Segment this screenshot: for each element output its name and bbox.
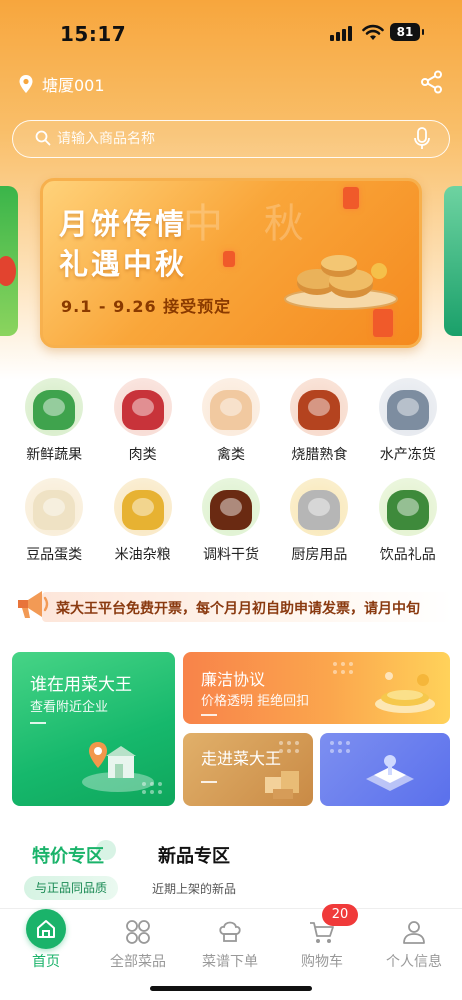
coin-dish-icon — [375, 672, 435, 713]
mooncake-image — [284, 255, 398, 310]
tab-new-arrivals[interactable]: 新品专区 — [158, 842, 230, 868]
status-bar: 15:17 81 — [0, 0, 462, 64]
category-fresh-produce[interactable]: 新鲜蔬果 — [10, 378, 98, 464]
nav-profile[interactable]: 个人信息 — [368, 909, 460, 971]
promo-about-us[interactable]: 走进菜大王 — [183, 733, 313, 806]
notice-text: 菜大王平台免费开票，每个月月初自助申请发票，请月中旬 — [56, 601, 420, 617]
tab-special-subtitle: 与正品同品质 — [24, 876, 118, 900]
rice-oil-icon — [113, 478, 172, 536]
drinks-icon — [378, 478, 437, 536]
divider — [30, 722, 46, 724]
tab-new-subtitle: 近期上架的新品 — [152, 882, 237, 896]
nav-all-dishes[interactable]: 全部菜品 — [92, 909, 184, 971]
banner-title-line1: 月饼传情 — [59, 207, 188, 241]
promo-banner[interactable]: 中 秋 月饼传情 礼遇中秋 9.1 - 9.26 接受预定 — [40, 178, 422, 348]
promo-orange-title: 廉洁协议 — [201, 670, 266, 689]
category-seasonings[interactable]: 调料干货 — [187, 478, 275, 564]
category-label: 水产冻货 — [379, 447, 436, 463]
platform-icon — [366, 755, 414, 791]
nav-label: 菜谱下单 — [202, 954, 258, 970]
category-label: 调料干货 — [202, 547, 259, 563]
tab-special-offers[interactable]: 特价专区 — [32, 842, 104, 868]
home-icon — [26, 909, 66, 949]
location-pin-icon — [19, 75, 33, 93]
decor-dots — [279, 741, 299, 753]
nav-home[interactable]: 首页 — [0, 909, 92, 971]
promo-who-uses[interactable]: 谁在用菜大王 查看附近企业 — [12, 652, 175, 806]
promo-green-title: 谁在用菜大王 — [30, 675, 132, 695]
seasoning-icon — [201, 478, 260, 536]
boxes-icon — [265, 771, 299, 799]
chef-hat-icon — [215, 917, 245, 947]
grid-icon — [123, 917, 153, 947]
roast-meat-icon — [290, 378, 349, 436]
banner-decor-text: 中 秋 — [183, 201, 318, 247]
user-icon — [399, 917, 429, 947]
banner-next-slide[interactable] — [444, 186, 462, 336]
nav-label: 首页 — [32, 954, 60, 970]
search-icon — [35, 130, 51, 146]
poultry-icon — [201, 378, 260, 436]
megaphone-icon — [18, 591, 49, 618]
location-name: 塘厦001 — [42, 76, 105, 95]
category-label: 饮品礼品 — [379, 547, 436, 563]
decor-dots — [142, 782, 162, 794]
category-rice-oil-grains[interactable]: 米油杂粮 — [98, 478, 186, 564]
category-label: 豆品蛋类 — [26, 547, 83, 563]
kitchenware-icon — [290, 478, 349, 536]
category-kitchenware[interactable]: 厨房用品 — [275, 478, 363, 564]
nav-label: 个人信息 — [386, 954, 442, 970]
category-label: 米油杂粮 — [114, 547, 171, 563]
home-indicator[interactable] — [150, 986, 312, 991]
category-label: 新鲜蔬果 — [26, 447, 83, 463]
category-meat[interactable]: 肉类 — [98, 378, 186, 464]
seafood-icon — [378, 378, 437, 436]
promo-green-subtitle: 查看附近企业 — [30, 700, 109, 715]
banner-title-line2: 礼遇中秋 — [59, 247, 188, 281]
decor-dots — [330, 741, 350, 753]
category-seafood-frozen[interactable]: 水产冻货 — [364, 378, 452, 464]
meat-icon — [113, 378, 172, 436]
divider — [201, 781, 217, 783]
banner-prev-slide[interactable] — [0, 186, 18, 336]
category-label: 肉类 — [128, 447, 157, 463]
tofu-eggs-icon — [25, 478, 84, 536]
location-selector[interactable]: 塘厦001 — [18, 72, 105, 96]
signal-icon — [330, 26, 352, 41]
status-time: 15:17 — [60, 22, 127, 46]
promo-integrity-agreement[interactable]: 廉洁协议 价格透明 拒绝回扣 — [183, 652, 450, 724]
nav-label: 全部菜品 — [110, 954, 166, 970]
promo-orange-subtitle: 价格透明 拒绝回扣 — [201, 694, 310, 709]
nav-label: 购物车 — [301, 954, 343, 970]
search-input[interactable] — [57, 121, 397, 156]
search-bar[interactable] — [12, 120, 450, 158]
banner-date: 9.1 - 9.26 接受预定 — [61, 297, 232, 316]
vegetables-icon — [25, 378, 84, 436]
promo-blue-card[interactable] — [320, 733, 450, 806]
cart-count-badge: 20 — [322, 904, 358, 926]
lantern-icon — [373, 309, 393, 337]
category-roast-deli[interactable]: 烧腊熟食 — [275, 378, 363, 464]
wifi-icon — [362, 24, 384, 40]
nav-recipe-order[interactable]: 菜谱下单 — [184, 909, 276, 971]
category-poultry[interactable]: 禽类 — [187, 378, 275, 464]
category-label: 烧腊熟食 — [291, 447, 348, 463]
share-icon[interactable] — [420, 70, 444, 94]
decor-dots — [333, 662, 353, 674]
category-label: 厨房用品 — [291, 547, 348, 563]
battery-icon: 81 — [390, 23, 424, 41]
category-tofu-eggs[interactable]: 豆品蛋类 — [10, 478, 98, 564]
category-drinks-gifts[interactable]: 饮品礼品 — [364, 478, 452, 564]
category-grid: 新鲜蔬果 肉类 禽类 烧腊熟食 水产冻货 豆品蛋类 米油杂粮 调料干货 厨房用品… — [10, 378, 452, 564]
notice-banner[interactable]: 菜大王平台免费开票，每个月月初自助申请发票，请月中旬 — [12, 584, 452, 630]
lantern-icon — [223, 251, 235, 267]
divider — [201, 714, 217, 716]
lantern-icon — [343, 187, 359, 209]
microphone-icon[interactable] — [413, 127, 431, 151]
category-label: 禽类 — [216, 447, 245, 463]
